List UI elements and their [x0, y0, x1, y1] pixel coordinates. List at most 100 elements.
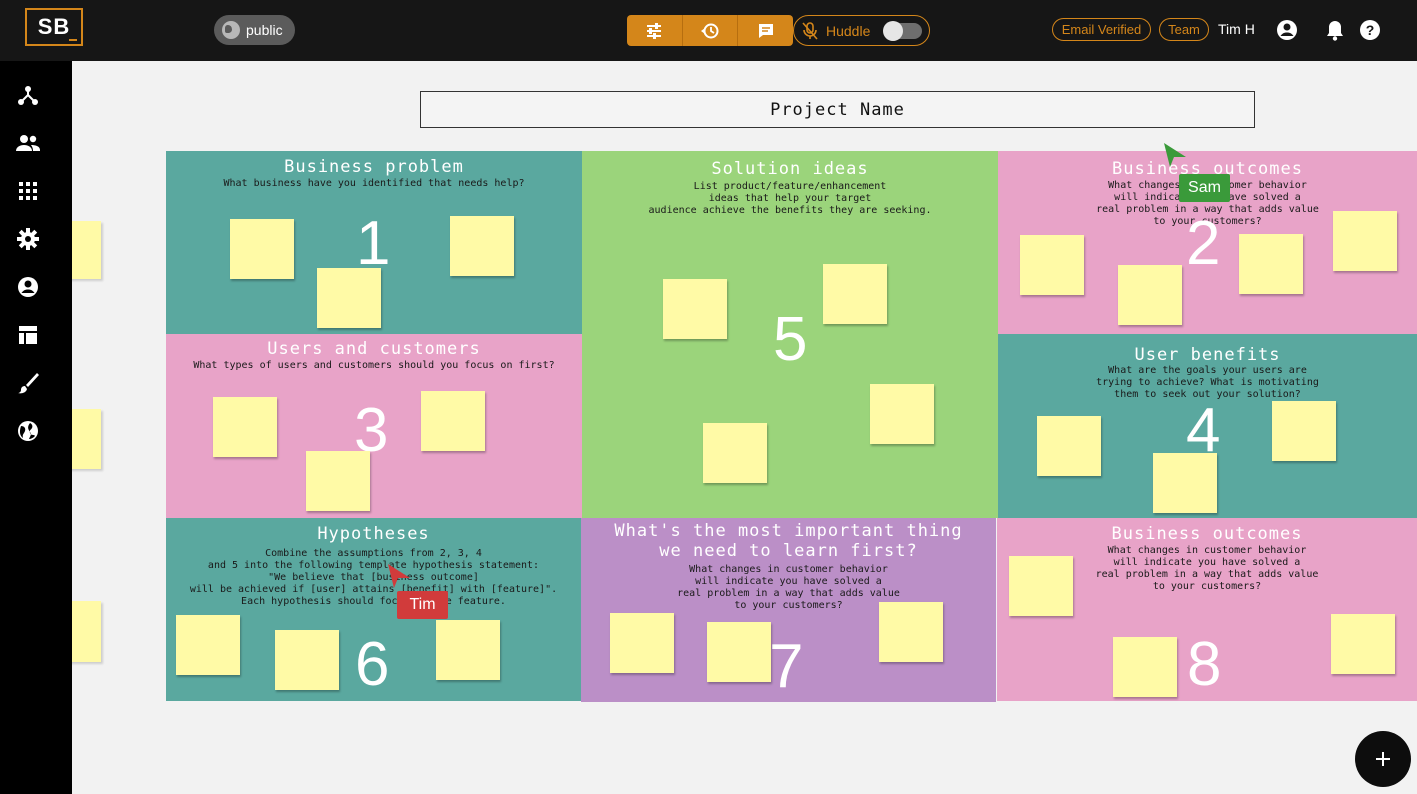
- globe-icon: [18, 421, 38, 441]
- logo[interactable]: SB: [25, 8, 83, 46]
- team-button[interactable]: Team: [1159, 18, 1209, 41]
- user-name[interactable]: Tim H: [1218, 21, 1255, 37]
- panel-title: Business outcomes: [1111, 524, 1303, 544]
- panel-number: 8: [1187, 630, 1222, 699]
- huddle-toggle[interactable]: [883, 20, 923, 41]
- sticky-note[interactable]: [421, 391, 485, 451]
- top-bar: SB public Huddle Email Verified Team Tim…: [0, 0, 1417, 61]
- sidebar-item-users[interactable]: [16, 131, 40, 155]
- sticky-note[interactable]: [1272, 401, 1336, 461]
- sidebar-item-apps[interactable]: [16, 179, 40, 203]
- sidebar-item-hierarchy[interactable]: [16, 83, 40, 107]
- history-button[interactable]: [683, 15, 739, 46]
- sticky-note[interactable]: [317, 268, 381, 328]
- sticky-note-stack[interactable]: [72, 595, 101, 662]
- panel-description: What business have you identified that n…: [223, 178, 525, 189]
- sidebar-item-settings[interactable]: [16, 227, 40, 251]
- sticky-note[interactable]: [823, 264, 887, 324]
- help-button[interactable]: ?: [1358, 18, 1382, 42]
- panel-title: Users and customers: [267, 339, 481, 359]
- panel-business-problem: Business problem What business have you …: [166, 151, 582, 334]
- huddle-control[interactable]: Huddle: [793, 15, 930, 46]
- brush-icon: [18, 373, 39, 394]
- visibility-toggle[interactable]: public: [214, 15, 295, 45]
- sticky-note[interactable]: [870, 384, 934, 444]
- panel-title: Solution ideas: [711, 159, 869, 179]
- panel-number: 1: [356, 209, 391, 278]
- cursor-pointer-icon: [388, 564, 410, 588]
- panel-number: 7: [769, 632, 804, 701]
- sliders-icon: [647, 22, 662, 39]
- sticky-note[interactable]: [176, 615, 240, 675]
- plus-icon: [1376, 752, 1390, 766]
- cursor-label-sam: Sam: [1179, 174, 1230, 202]
- gear-icon: [17, 228, 39, 250]
- panel-business-outcomes-2: Business outcomes What changes in custom…: [997, 518, 1417, 701]
- sticky-note[interactable]: [1118, 265, 1182, 325]
- panel-number: 2: [1186, 209, 1221, 278]
- sticky-note[interactable]: [1020, 235, 1084, 295]
- notifications-button[interactable]: [1323, 18, 1347, 42]
- settings-sliders-button[interactable]: [627, 15, 683, 46]
- sticky-note[interactable]: [1333, 211, 1397, 271]
- sticky-note[interactable]: [1239, 234, 1303, 294]
- board-canvas[interactable]: Project Name Business problem What busin…: [72, 61, 1417, 794]
- panel-title: What's the most important thing we need …: [614, 521, 963, 561]
- sticky-note[interactable]: [1113, 637, 1177, 697]
- sidebar-item-profile[interactable]: [16, 275, 40, 299]
- sticky-note[interactable]: [450, 216, 514, 276]
- sticky-note[interactable]: [275, 630, 339, 690]
- panel-title: Hypotheses: [317, 524, 430, 544]
- sticky-note-stack[interactable]: [72, 403, 101, 469]
- panel-most-important-thing: What's the most important thing we need …: [581, 518, 996, 702]
- globe-icon: [222, 21, 240, 39]
- sidebar-item-templates[interactable]: [16, 323, 40, 347]
- panel-title: Business problem: [284, 157, 464, 177]
- sidebar: [0, 61, 72, 794]
- panel-user-benefits: User benefits What are the goals your us…: [998, 334, 1417, 518]
- sticky-note[interactable]: [1153, 453, 1217, 513]
- sticky-note[interactable]: [230, 219, 294, 279]
- sticky-note[interactable]: [707, 622, 771, 682]
- panel-hypotheses: Hypotheses Combine the assumptions from …: [166, 518, 581, 701]
- sticky-note[interactable]: [436, 620, 500, 680]
- history-icon: [701, 23, 719, 38]
- sticky-note[interactable]: [213, 397, 277, 457]
- sidebar-item-draw[interactable]: [16, 371, 40, 395]
- email-verified-badge: Email Verified: [1052, 18, 1151, 41]
- add-button[interactable]: [1355, 731, 1411, 787]
- panel-solution-ideas: Solution ideas List product/feature/enha…: [582, 151, 998, 518]
- sticky-note[interactable]: [1331, 614, 1395, 674]
- cursor-pointer-icon: [1164, 143, 1186, 167]
- chat-icon: [758, 23, 773, 38]
- panel-description: Combine the assumptions from 2, 3, 4 and…: [189, 548, 558, 607]
- huddle-label: Huddle: [826, 22, 871, 39]
- table-icon: [19, 326, 37, 344]
- panel-users-and-customers: Users and customers What types of users …: [166, 334, 582, 518]
- project-name-field[interactable]: Project Name: [420, 91, 1255, 128]
- toolbar: [627, 15, 793, 46]
- panel-number: 6: [355, 630, 390, 699]
- help-icon: ?: [1360, 20, 1380, 40]
- account-button[interactable]: [1275, 18, 1299, 42]
- panel-number: 5: [773, 305, 808, 374]
- bell-icon: [1327, 21, 1343, 41]
- sticky-note[interactable]: [610, 613, 674, 673]
- panel-description: What types of users and customers should…: [193, 360, 555, 371]
- sticky-note[interactable]: [306, 451, 370, 511]
- panel-description: List product/feature/enhancement ideas t…: [648, 181, 932, 216]
- sticky-note[interactable]: [1009, 556, 1073, 616]
- grid-icon: [19, 182, 37, 200]
- sticky-note[interactable]: [1037, 416, 1101, 476]
- panel-title: User benefits: [1134, 345, 1281, 365]
- mic-off-icon: [802, 21, 818, 40]
- sticky-note[interactable]: [703, 423, 767, 483]
- sticky-note[interactable]: [879, 602, 943, 662]
- sticky-note[interactable]: [663, 279, 727, 339]
- visibility-label: public: [246, 22, 283, 38]
- sticky-note-stack[interactable]: [72, 215, 101, 279]
- sidebar-item-public[interactable]: [16, 419, 40, 443]
- chat-button[interactable]: [738, 15, 793, 46]
- svg-text:?: ?: [1366, 22, 1375, 38]
- users-icon: [16, 135, 40, 151]
